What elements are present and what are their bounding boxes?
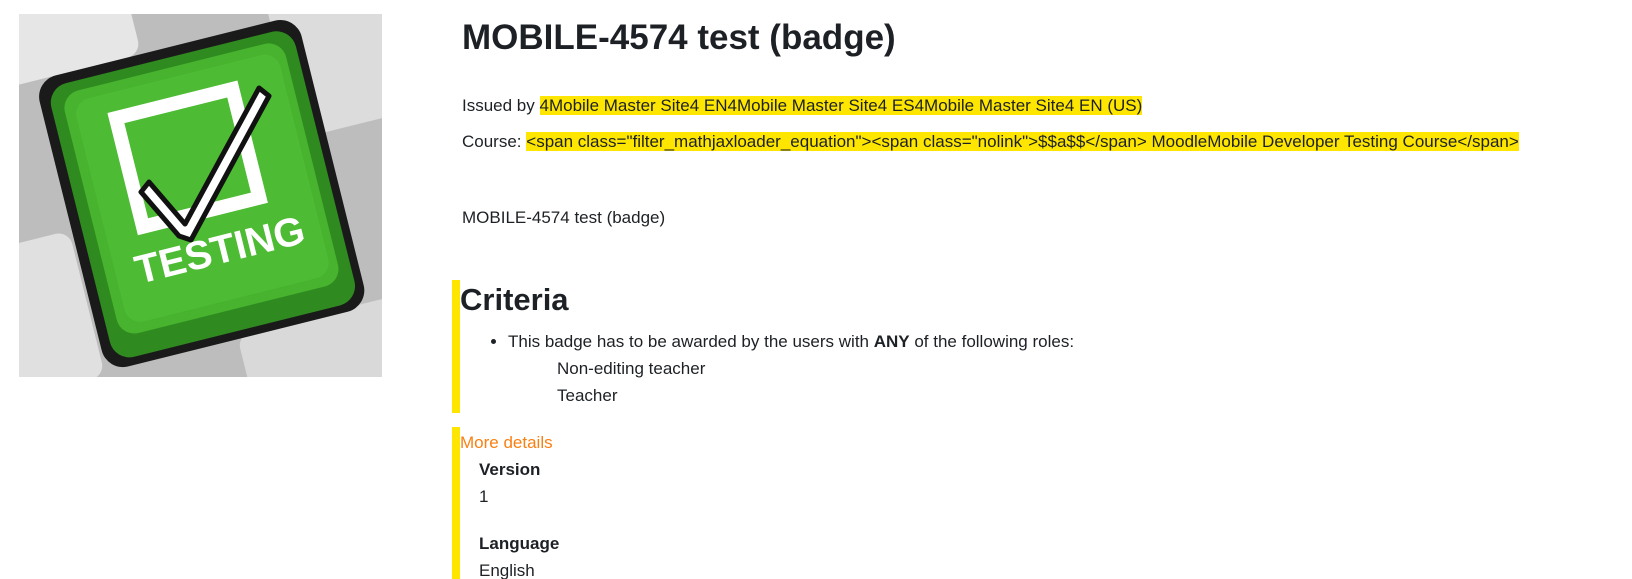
criteria-section: Criteria This badge has to be awarded by… xyxy=(452,280,1562,413)
issued-by-label: Issued by xyxy=(462,96,535,115)
roles-list: Non-editing teacher Teacher xyxy=(508,355,1074,409)
role-item: Teacher xyxy=(557,386,618,405)
badge-description: MOBILE-4574 test (badge) xyxy=(462,208,666,227)
course-label: Course: xyxy=(462,132,522,151)
language-label: Language xyxy=(479,534,560,553)
issuer-name: 4Mobile Master Site4 EN4Mobile Master Si… xyxy=(539,96,1143,115)
version-value: 1 xyxy=(479,487,489,506)
criteria-item-suffix: of the following roles: xyxy=(909,332,1075,351)
version-label: Version xyxy=(479,460,541,479)
course-line: Course: <span class="filter_mathjaxloade… xyxy=(462,129,1519,155)
issuer-line: Issued by 4Mobile Master Site4 EN4Mobile… xyxy=(462,93,1143,119)
more-details-section: More details Version 1 Language English xyxy=(452,427,1562,579)
criteria-item-emphasis: ANY xyxy=(873,332,910,351)
role-item: Non-editing teacher xyxy=(557,359,706,378)
criteria-item-prefix: This badge has to be awarded by the user… xyxy=(508,332,874,351)
course-name: <span class="filter_mathjaxloader_equati… xyxy=(526,132,1519,151)
criteria-item: This badge has to be awarded by the user… xyxy=(508,328,1074,409)
criteria-list: This badge has to be awarded by the user… xyxy=(460,328,1074,409)
page-title: MOBILE-4574 test (badge) xyxy=(462,18,896,57)
criteria-heading: Criteria xyxy=(460,282,569,317)
badge-image: TESTING xyxy=(19,14,382,377)
badge-page: TESTING MOBILE-4574 test (badge) Issued … xyxy=(0,0,1632,579)
more-details-toggle[interactable]: More details xyxy=(460,430,553,456)
testing-keyboard-key-icon: TESTING xyxy=(19,14,382,377)
language-value: English xyxy=(479,561,535,579)
